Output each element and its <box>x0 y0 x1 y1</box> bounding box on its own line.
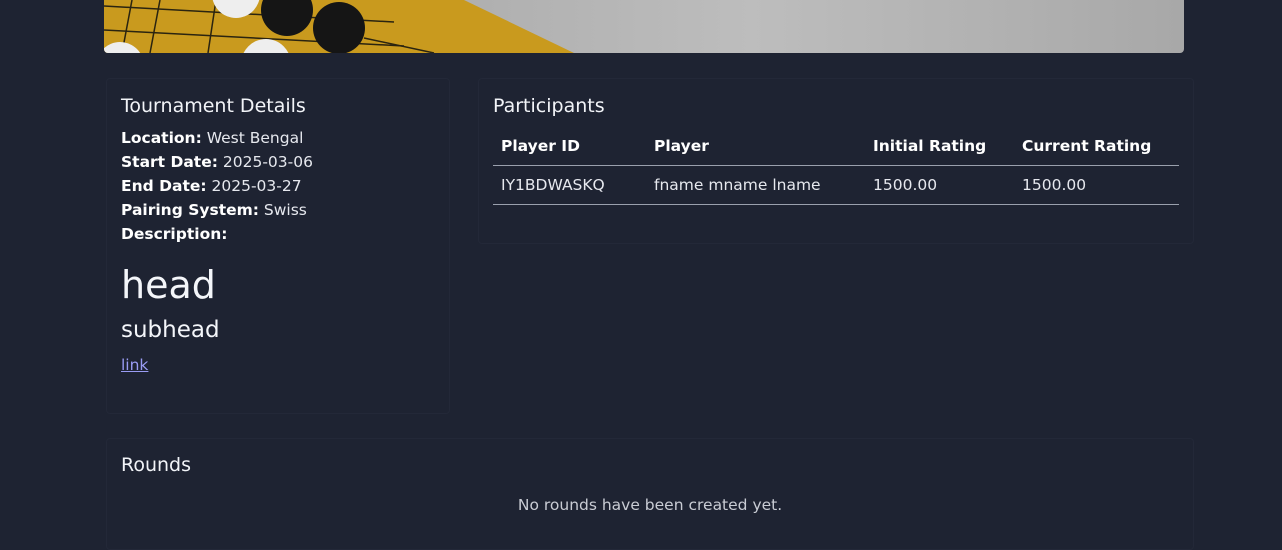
participants-title: Participants <box>493 95 605 117</box>
start-date-row: Start Date: 2025-03-06 <box>121 153 313 171</box>
column-header-player: Player <box>646 127 865 166</box>
end-date-label: End Date: <box>121 177 207 195</box>
player-id-cell: IY1BDWASKQ <box>493 165 646 205</box>
location-value: West Bengal <box>206 129 304 147</box>
column-header-player-id: Player ID <box>493 127 646 166</box>
hero-banner <box>104 0 1184 53</box>
description-label: Description: <box>121 225 228 243</box>
initial-rating-cell: 1500.00 <box>865 165 1014 205</box>
start-date-label: Start Date: <box>121 153 218 171</box>
table-row: IY1BDWASKQ fname mname lname 1500.00 150… <box>493 165 1179 205</box>
location-label: Location: <box>121 129 202 147</box>
player-name-cell: fname mname lname <box>646 165 865 205</box>
description-row: Description: <box>121 225 227 243</box>
end-date-row: End Date: 2025-03-27 <box>121 177 302 195</box>
tournament-details-title: Tournament Details <box>121 95 306 117</box>
location-row: Location: West Bengal <box>121 129 303 147</box>
rounds-title: Rounds <box>121 454 192 476</box>
table-header-row: Player ID Player Initial Rating Current … <box>493 127 1179 166</box>
end-date-value: 2025-03-27 <box>211 177 302 195</box>
black-stone <box>313 2 365 53</box>
start-date-value: 2025-03-06 <box>222 153 313 171</box>
participants-table: Player ID Player Initial Rating Current … <box>493 127 1179 205</box>
participants-card: Participants Player ID Player Initial Ra… <box>478 78 1194 244</box>
description-subheading: subhead <box>121 317 220 343</box>
description-heading: head <box>121 263 216 307</box>
rounds-card: Rounds No rounds have been created yet. <box>106 438 1194 550</box>
current-rating-cell: 1500.00 <box>1014 165 1179 205</box>
column-header-current-rating: Current Rating <box>1014 127 1179 166</box>
pairing-system-value: Swiss <box>263 201 307 219</box>
column-header-initial-rating: Initial Rating <box>865 127 1014 166</box>
pairing-system-label: Pairing System: <box>121 201 259 219</box>
empty-rounds-message: No rounds have been created yet. <box>517 496 783 514</box>
go-board-image <box>104 0 574 53</box>
description-link[interactable]: link <box>121 356 148 374</box>
tournament-details-card: Tournament Details Location: West Bengal… <box>106 78 450 414</box>
pairing-system-row: Pairing System: Swiss <box>121 201 307 219</box>
